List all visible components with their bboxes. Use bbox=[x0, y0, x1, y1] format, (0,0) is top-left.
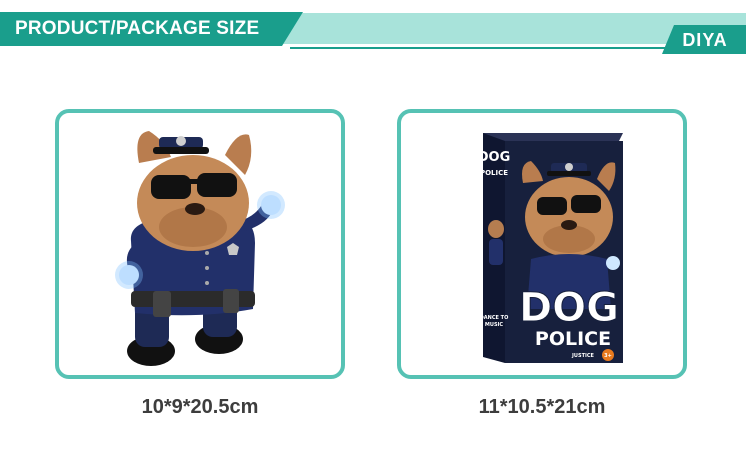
box-tagline-1: DANCE TO bbox=[480, 315, 509, 321]
box-side-title-2: POLICE bbox=[480, 169, 508, 177]
brand-label: DIYA bbox=[682, 30, 728, 50]
police-dog-figure-image bbox=[115, 131, 285, 366]
package-size-label: 11*10.5*21cm bbox=[478, 396, 606, 418]
box-caption: JUSTICE bbox=[571, 353, 594, 359]
package-card: DOG POLICE DANCE TO MUSIC DOG POLICE JUS… bbox=[397, 109, 687, 379]
header-banner: PRODUCT/PACKAGE SIZE DIYA bbox=[0, 0, 746, 60]
package-box-image: DOG POLICE DANCE TO MUSIC DOG POLICE JUS… bbox=[478, 133, 623, 363]
box-tagline-2: MUSIC bbox=[485, 322, 503, 328]
box-age-badge: 3+ bbox=[604, 353, 612, 359]
product-size-label: 10*9*20.5cm bbox=[141, 396, 259, 418]
header-title: PRODUCT/PACKAGE SIZE bbox=[15, 18, 260, 39]
product-card bbox=[55, 109, 345, 379]
box-front-title-2: POLICE bbox=[535, 328, 611, 350]
box-side-title-1: DOG bbox=[478, 150, 511, 165]
box-front-title-1: DOG bbox=[519, 285, 619, 331]
